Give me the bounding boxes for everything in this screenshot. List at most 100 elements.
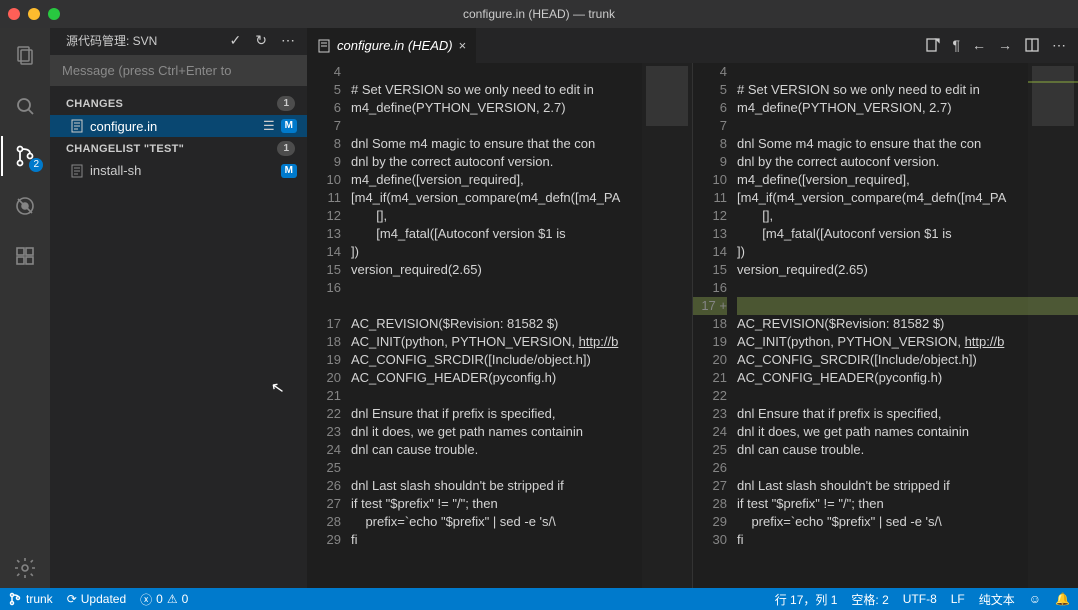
code-line[interactable]: prefix=`echo "$prefix" | sed -e 's/\ xyxy=(737,513,1078,531)
code-line[interactable]: AC_CONFIG_SRCDIR([Include/object.h]) xyxy=(737,351,1078,369)
line-number: 18 xyxy=(693,315,727,333)
code-line[interactable]: dnl by the correct autoconf version. xyxy=(351,153,692,171)
code-line[interactable]: if test "$prefix" != "/"; then xyxy=(737,495,1078,513)
maximize-window-button[interactable] xyxy=(48,8,60,20)
code-line[interactable]: dnl can cause trouble. xyxy=(737,441,1078,459)
close-tab-icon[interactable]: × xyxy=(459,38,467,53)
code-line[interactable]: dnl Ensure that if prefix is specified, xyxy=(737,405,1078,423)
feedback-icon[interactable]: ☺ xyxy=(1029,592,1041,606)
commit-icon[interactable]: ✓ xyxy=(230,32,242,49)
code-line[interactable]: if test "$prefix" != "/"; then xyxy=(351,495,692,513)
code-line[interactable]: AC_REVISION($Revision: 81582 $) xyxy=(351,315,692,333)
diff-pane-left[interactable]: 4567891011121314151617181920212223242526… xyxy=(307,63,692,588)
close-window-button[interactable] xyxy=(8,8,20,20)
code-line[interactable]: dnl Some m4 magic to ensure that the con xyxy=(737,135,1078,153)
code-line[interactable]: m4_define([version_required], xyxy=(351,171,692,189)
code-line[interactable] xyxy=(737,63,1078,81)
refresh-icon[interactable]: ↻ xyxy=(255,32,267,49)
code-line[interactable]: prefix=`echo "$prefix" | sed -e 's/\ xyxy=(351,513,692,531)
warning-icon: ⚠ xyxy=(167,592,178,606)
code-line[interactable]: dnl Last slash shouldn't be stripped if xyxy=(737,477,1078,495)
extensions-icon[interactable] xyxy=(1,236,49,276)
code-line[interactable]: AC_CONFIG_HEADER(pyconfig.h) xyxy=(737,369,1078,387)
minimize-window-button[interactable] xyxy=(28,8,40,20)
split-editor-icon[interactable] xyxy=(1024,37,1040,54)
changelist-section[interactable]: CHANGELIST "TEST" 1 xyxy=(50,137,307,160)
code-line[interactable]: fi xyxy=(351,531,692,549)
line-number: 18 xyxy=(307,333,341,351)
code-line[interactable]: ]) xyxy=(737,243,1078,261)
code-line[interactable]: [m4_fatal([Autoconf version $1 is xyxy=(351,225,692,243)
file-item-install-sh[interactable]: install-sh M xyxy=(50,160,307,181)
code-line[interactable] xyxy=(737,117,1078,135)
indentation[interactable]: 空格: 2 xyxy=(851,591,888,608)
code-line[interactable]: AC_CONFIG_SRCDIR([Include/object.h]) xyxy=(351,351,692,369)
code-line[interactable] xyxy=(737,297,1078,315)
next-change-icon[interactable]: → xyxy=(998,37,1012,54)
code-line[interactable]: AC_INIT(python, PYTHON_VERSION, http://b xyxy=(737,333,1078,351)
problems-indicator[interactable]: ⓧ0 ⚠0 xyxy=(140,591,188,608)
settings-gear-icon[interactable] xyxy=(1,548,49,588)
code-line[interactable]: m4_define(PYTHON_VERSION, 2.7) xyxy=(737,99,1078,117)
whitespace-icon[interactable]: ¶ xyxy=(952,37,960,54)
explorer-icon[interactable] xyxy=(1,36,49,76)
code-line[interactable] xyxy=(737,459,1078,477)
line-number: 9 xyxy=(307,153,341,171)
code-line[interactable]: m4_define(PYTHON_VERSION, 2.7) xyxy=(351,99,692,117)
code-line[interactable]: dnl by the correct autoconf version. xyxy=(737,153,1078,171)
code-line[interactable]: AC_CONFIG_HEADER(pyconfig.h) xyxy=(351,369,692,387)
minimap-left[interactable] xyxy=(642,63,692,588)
language-mode[interactable]: 纯文本 xyxy=(979,591,1015,608)
commit-message-input[interactable]: Message (press Ctrl+Enter to xyxy=(50,55,307,86)
code-line[interactable] xyxy=(351,459,692,477)
code-line[interactable] xyxy=(351,63,692,81)
code-line[interactable]: version_required(2.65) xyxy=(737,261,1078,279)
code-line[interactable] xyxy=(351,279,692,297)
goto-file-icon[interactable] xyxy=(924,37,940,54)
encoding[interactable]: UTF-8 xyxy=(903,592,937,606)
code-line[interactable] xyxy=(737,279,1078,297)
code-line[interactable] xyxy=(351,117,692,135)
code-line[interactable]: dnl can cause trouble. xyxy=(351,441,692,459)
code-line[interactable]: [], xyxy=(737,207,1078,225)
code-line[interactable]: [], xyxy=(351,207,692,225)
code-line[interactable]: # Set VERSION so we only need to edit in xyxy=(737,81,1078,99)
file-item-configure[interactable]: configure.in ☰ M xyxy=(50,115,307,137)
code-line[interactable] xyxy=(737,387,1078,405)
source-control-icon[interactable]: 2 xyxy=(1,136,49,176)
debug-icon[interactable] xyxy=(1,186,49,226)
tab-configure-head[interactable]: configure.in (HEAD) × xyxy=(307,28,477,63)
eol[interactable]: LF xyxy=(951,592,965,606)
code-line[interactable]: dnl it does, we get path names containin xyxy=(351,423,692,441)
diff-pane-right[interactable]: 4567891011121314151617 +1819202122232425… xyxy=(693,63,1078,588)
code-line[interactable]: [m4_if(m4_version_compare(m4_defn([m4_PA xyxy=(737,189,1078,207)
code-line[interactable] xyxy=(351,387,692,405)
more-editor-actions-icon[interactable]: ⋯ xyxy=(1052,37,1066,54)
code-line[interactable]: m4_define([version_required], xyxy=(737,171,1078,189)
notifications-icon[interactable]: 🔔 xyxy=(1055,592,1070,606)
changes-section[interactable]: CHANGES 1 xyxy=(50,92,307,115)
code-line[interactable]: dnl Last slash shouldn't be stripped if xyxy=(351,477,692,495)
branch-indicator[interactable]: trunk xyxy=(8,592,53,606)
search-icon[interactable] xyxy=(1,86,49,126)
changelist-icon[interactable]: ☰ xyxy=(263,118,275,134)
code-line[interactable]: AC_REVISION($Revision: 81582 $) xyxy=(737,315,1078,333)
code-line[interactable]: version_required(2.65) xyxy=(351,261,692,279)
code-line[interactable]: fi xyxy=(737,531,1078,549)
more-actions-icon[interactable]: ⋯ xyxy=(281,32,295,49)
line-number: 15 xyxy=(693,261,727,279)
minimap-right[interactable] xyxy=(1028,63,1078,588)
code-line[interactable]: # Set VERSION so we only need to edit in xyxy=(351,81,692,99)
code-line[interactable]: [m4_if(m4_version_compare(m4_defn([m4_PA xyxy=(351,189,692,207)
cursor-position[interactable]: 行 17，列 1 xyxy=(775,591,838,608)
code-line[interactable]: [m4_fatal([Autoconf version $1 is xyxy=(737,225,1078,243)
line-number: 19 xyxy=(307,351,341,369)
code-line[interactable] xyxy=(351,297,692,315)
code-line[interactable]: AC_INIT(python, PYTHON_VERSION, http://b xyxy=(351,333,692,351)
code-line[interactable]: dnl it does, we get path names containin xyxy=(737,423,1078,441)
code-line[interactable]: dnl Ensure that if prefix is specified, xyxy=(351,405,692,423)
code-line[interactable]: ]) xyxy=(351,243,692,261)
prev-change-icon[interactable]: ← xyxy=(972,37,986,54)
sync-status[interactable]: ⟳Updated xyxy=(67,592,126,606)
code-line[interactable]: dnl Some m4 magic to ensure that the con xyxy=(351,135,692,153)
